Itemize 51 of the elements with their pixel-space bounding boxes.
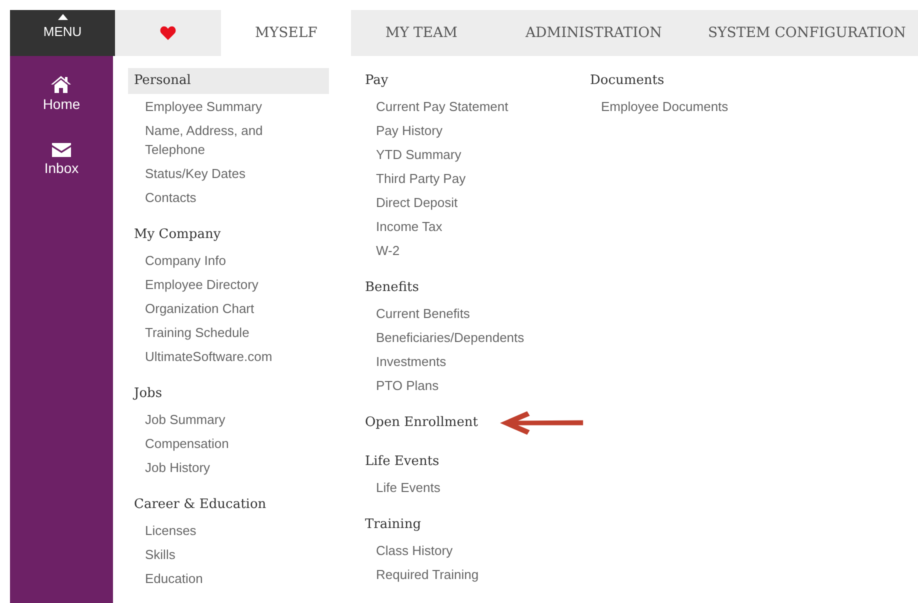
menu-link[interactable]: Job Summary (128, 407, 329, 431)
nav-tab[interactable]: ADMINISTRATION (491, 10, 696, 56)
favorites-tab[interactable] (115, 10, 221, 56)
menu-link[interactable]: Investments (359, 349, 584, 373)
menu-link[interactable]: Skills (128, 542, 329, 566)
home-icon (51, 76, 72, 93)
section-heading: Personal (128, 68, 329, 94)
section-heading: Life Events (364, 453, 440, 471)
menu-link[interactable]: Contacts (128, 185, 329, 209)
menu-link[interactable]: Company Info (128, 248, 329, 272)
section-heading: Training (364, 516, 422, 534)
menu-link[interactable]: Name, Address, and Telephone (128, 118, 329, 161)
menu-link[interactable]: Compensation (128, 431, 329, 455)
menu-link[interactable]: Class History (359, 538, 584, 562)
menu-link[interactable]: YTD Summary (359, 142, 584, 166)
section-heading: Career & Education (133, 496, 268, 514)
sidebar-item[interactable]: Inbox (44, 143, 79, 177)
section-heading: Benefits (364, 279, 420, 297)
menu-link[interactable]: Job History (128, 455, 329, 479)
menu-link[interactable]: Direct Deposit (359, 190, 584, 214)
menu-link[interactable]: UltimateSoftware.com (128, 344, 329, 368)
envelope-icon (52, 143, 71, 157)
menu-link[interactable]: Status/Key Dates (128, 161, 329, 185)
section-heading: My Company (133, 226, 222, 244)
menu-link[interactable]: Current Pay Statement (359, 94, 584, 118)
menu-link[interactable]: Pay History (359, 118, 584, 142)
menu-link[interactable]: PTO Plans (359, 373, 584, 397)
section-heading: Pay (364, 72, 390, 90)
caret-up-icon (58, 14, 68, 20)
menu-link[interactable]: Third Party Pay (359, 166, 584, 190)
menu-link[interactable]: Income Tax (359, 214, 584, 238)
sidebar-item[interactable]: Home (42, 76, 80, 113)
menu-link[interactable]: Licenses (128, 518, 329, 542)
section-heading: Open Enrollment (364, 414, 480, 432)
menu-link[interactable]: Employee Directory (128, 272, 329, 296)
menu-link[interactable]: Required Training (359, 562, 584, 586)
menu-link[interactable]: Employee Summary (128, 94, 329, 118)
menu-link[interactable]: Education (128, 566, 329, 590)
menu-link[interactable]: W-2 (359, 238, 584, 262)
menu-link[interactable]: Current Benefits (359, 301, 584, 325)
menu-link[interactable]: Training Schedule (128, 320, 329, 344)
nav-tab[interactable]: MY TEAM (351, 10, 492, 56)
menu-link[interactable]: Organization Chart (128, 296, 329, 320)
menu-button[interactable]: MENU (10, 10, 115, 56)
section-heading: Jobs (132, 385, 164, 403)
section-heading: Documents (589, 72, 666, 90)
heart-icon (160, 26, 176, 40)
menu-link[interactable]: Employee Documents (584, 94, 844, 118)
menu-link[interactable]: Life Events (359, 475, 584, 499)
nav-tab[interactable]: SYSTEM CONFIGURATION (696, 10, 918, 56)
menu-link[interactable]: Beneficiaries/Dependents (359, 325, 584, 349)
